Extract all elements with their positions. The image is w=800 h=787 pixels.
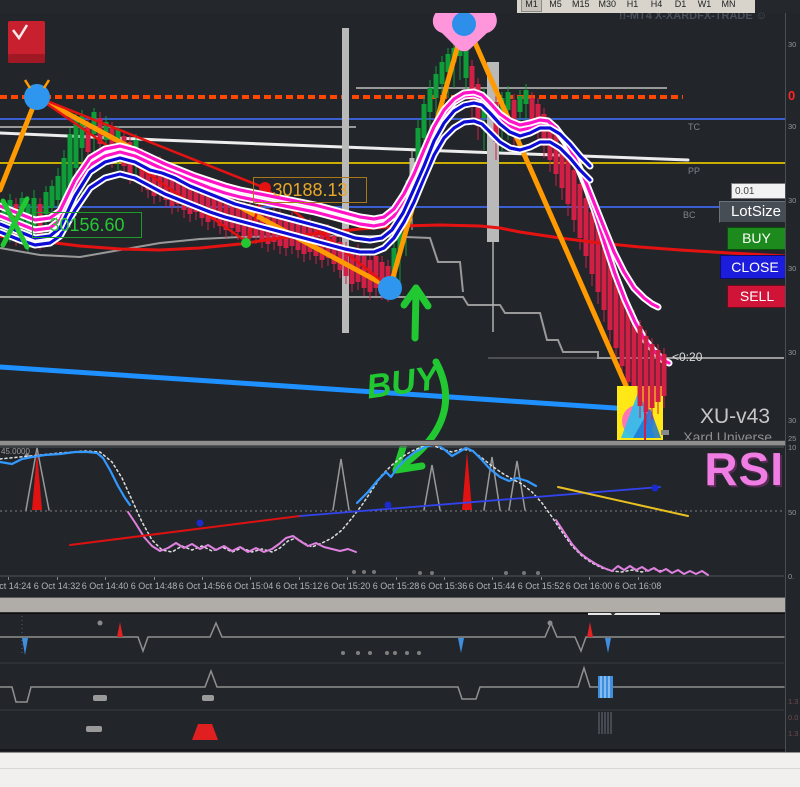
chart-canvas[interactable]: BUY [0, 0, 800, 752]
time-axis-label: 6 Oct 15:28 [372, 581, 420, 591]
price-axis-label: 30 [788, 264, 797, 273]
time-axis-tick [396, 577, 397, 580]
time-axis-label: 6 Oct 15:04 [226, 581, 274, 591]
price-label-lower: 30156.60 [32, 212, 142, 238]
timeframe-button-w1[interactable]: W1 [694, 0, 715, 12]
time-axis-label: 6 Oct 15:20 [323, 581, 371, 591]
timeframe-button-h4[interactable]: H4 [646, 0, 667, 12]
sell-button[interactable]: SELL [727, 285, 787, 308]
mt4-window: M1 M5 M15 M30 H1 H4 D1 W1 MN BUY !!-MT4 X-XARDFX… [0, 0, 800, 787]
time-axis-tick [154, 577, 155, 580]
buy-button[interactable]: BUY [727, 227, 786, 250]
price-axis-label: 0. [788, 572, 795, 581]
time-axis-tick [202, 577, 203, 580]
price-axis[interactable]: 30 30 30 30 30 30 0 25 10 50 0. 1.3 0.0 1.3 [785, 13, 800, 752]
price-axis-label: 30 [788, 348, 797, 357]
price-axis-label: 0 [788, 88, 796, 103]
time-axis-tick [638, 577, 639, 580]
time-axis-tick [444, 577, 445, 580]
close-button[interactable]: CLOSE [720, 255, 790, 279]
price-axis-label: 10 [788, 443, 797, 452]
timeframe-button-h1[interactable]: H1 [622, 0, 643, 12]
price-axis-label: 30 [788, 122, 797, 131]
price-axis-label: 30 [788, 416, 797, 425]
time-axis-label: 6 Oct 15:52 [517, 581, 565, 591]
panel-splitter-top[interactable] [0, 440, 800, 446]
timeframe-button-mn[interactable]: MN [718, 0, 739, 12]
lot-size-button[interactable]: LotSize [719, 201, 793, 223]
time-axis-tick [492, 577, 493, 580]
rsi-panel-label: RSI [704, 443, 784, 495]
pp-level-label: PP [688, 166, 701, 176]
time-axis-label: 6 Oct 15:44 [468, 581, 516, 591]
time-axis-label: 6 Oct 16:00 [565, 581, 613, 591]
price-axis-label: 50 [788, 508, 797, 517]
price-axis-label: 1.3 [788, 697, 799, 706]
time-axis-tick [589, 577, 590, 580]
price-label-upper: 30188.13 [253, 177, 367, 203]
tc-level-label: TC [688, 122, 700, 132]
time-axis-label: 6 Oct 14:48 [130, 581, 178, 591]
price-axis-label: 25 [788, 434, 797, 443]
price-axis-label: 0.0 [788, 713, 799, 722]
timeframe-button-m15[interactable]: M15 [569, 0, 593, 12]
time-axis-tick [541, 577, 542, 580]
time-axis-tick [57, 577, 58, 580]
timeframe-toolbar: M1 M5 M15 M30 H1 H4 D1 W1 MN [517, 0, 755, 13]
template-version-label: XU-v43 [699, 405, 770, 428]
rsi-value-label: 45.0000 [1, 447, 30, 456]
time-axis-label: 6 Oct 14:40 [81, 581, 129, 591]
time-axis-label: 6 Oct 14:32 [33, 581, 81, 591]
timeframe-button-d1[interactable]: D1 [670, 0, 691, 12]
status-bar [0, 752, 800, 787]
time-axis-tick [299, 577, 300, 580]
timeframe-button-m5[interactable]: M5 [545, 0, 566, 12]
bc-level-label: BC [683, 210, 696, 220]
time-axis: 6 Oct 14:246 Oct 14:326 Oct 14:406 Oct 1… [0, 577, 785, 593]
time-axis-label: 6 Oct 16:08 [614, 581, 662, 591]
time-axis-tick [8, 577, 9, 580]
price-axis-label: 1.3 [788, 729, 799, 738]
lot-size-input[interactable] [731, 183, 789, 199]
timeframe-button-m30[interactable]: M30 [596, 0, 620, 12]
time-axis-label: 6 Oct 14:56 [178, 581, 226, 591]
time-axis-label: 6 Oct 14:24 [0, 581, 32, 591]
time-axis-tick [105, 577, 106, 580]
svg-text:BUY: BUY [364, 358, 444, 406]
timeframe-button-m1[interactable]: M1 [521, 0, 542, 12]
panel-splitter-bottom[interactable] [0, 597, 800, 613]
time-axis-tick [347, 577, 348, 580]
price-axis-label: 30 [788, 196, 797, 205]
price-axis-label: 30 [788, 40, 797, 49]
candle-countdown: <0:20 [672, 350, 703, 364]
time-axis-label: 6 Oct 15:36 [420, 581, 468, 591]
status-bar-divider [0, 768, 800, 769]
broker-logo [8, 21, 45, 63]
time-axis-label: 6 Oct 15:12 [275, 581, 323, 591]
time-axis-tick [250, 577, 251, 580]
